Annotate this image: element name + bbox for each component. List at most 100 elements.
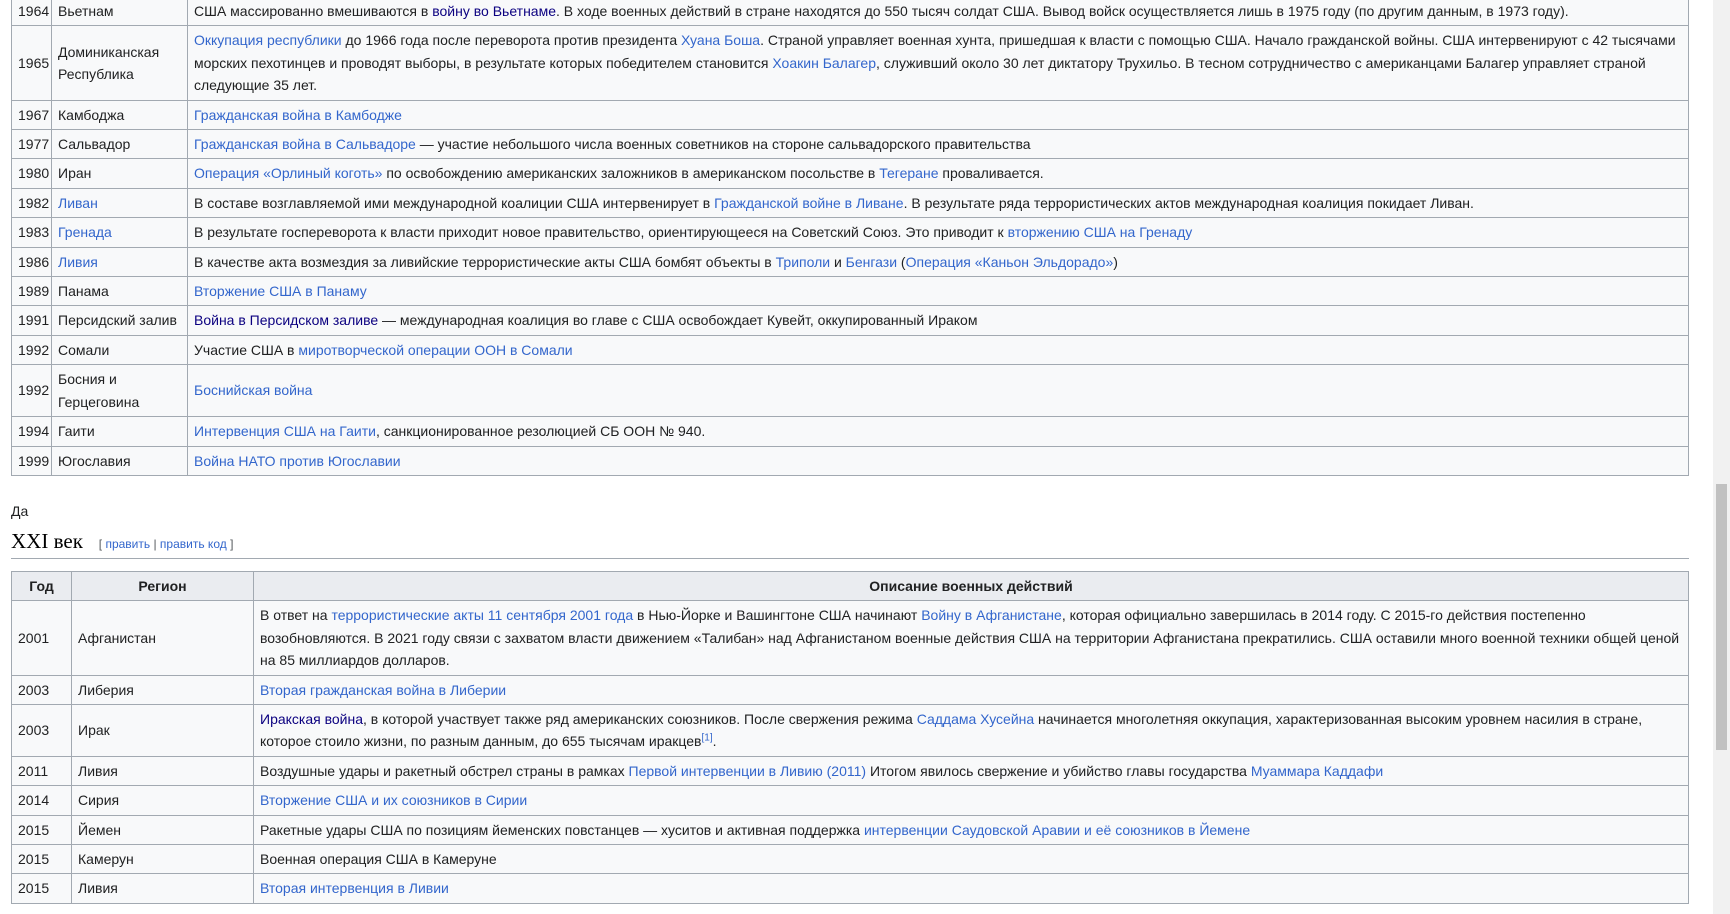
- region-cell: Камбоджа: [51, 99, 188, 131]
- year-cell: 1986: [11, 246, 52, 278]
- description-text: .: [712, 733, 717, 750]
- article-link[interactable]: Саддама Хусейна: [917, 711, 1034, 727]
- description-text: Участие США в: [194, 341, 299, 358]
- table-header-row: Год Регион Описание военных действий: [11, 570, 1689, 602]
- region-cell: Ливия: [71, 873, 254, 904]
- edit-section-link[interactable]: править: [105, 537, 150, 551]
- table-row: 2014 Сирия Вторжение США и их союзников в …: [11, 785, 1689, 816]
- region-cell: Сальвадор: [51, 129, 188, 160]
- year-cell: 1989: [11, 276, 52, 307]
- description-cell: Интервенция США на Гаити, санкционирован…: [187, 416, 1689, 447]
- description-cell: Гражданская война в Камбодже: [187, 99, 1689, 131]
- article-link[interactable]: Бенгази: [846, 254, 897, 270]
- year-cell: 1964: [11, 0, 52, 27]
- article-link[interactable]: Хуана Боша: [681, 32, 760, 48]
- article-link[interactable]: Оккупация республики: [194, 32, 342, 48]
- column-header-region[interactable]: Регион: [71, 570, 254, 602]
- table-row: 1989 Панама Вторжение США в Панаму: [11, 276, 1689, 307]
- region-cell: Доминиканская Республика: [51, 25, 188, 101]
- year-cell: 2003: [11, 704, 72, 757]
- interventions-table-20th-century: 1964 Вьетнам США массированно вмешиваются …: [11, 0, 1689, 476]
- description-text: ): [1113, 253, 1118, 270]
- description-text: . В ходе военных действий в стране наход…: [556, 3, 1569, 19]
- article-link[interactable]: Война НАТО против Югославии: [194, 453, 401, 469]
- reference-link[interactable]: [1]: [701, 733, 712, 744]
- article-link[interactable]: Боснийская война: [194, 382, 312, 398]
- edit-source-link[interactable]: править код: [160, 537, 227, 551]
- description-text: до 1966 года после переворота против пре…: [341, 32, 682, 49]
- region-link[interactable]: Гренада: [58, 224, 112, 240]
- region-cell: Персидский залив: [51, 305, 188, 336]
- year-cell: 2011: [11, 755, 72, 787]
- year-cell: 1965: [11, 25, 52, 101]
- article-link[interactable]: Вторжение США и их союзников в Сирии: [260, 792, 527, 808]
- article-link[interactable]: Гражданская война в Камбодже: [194, 107, 402, 123]
- page-scrollbar[interactable]: [1713, 0, 1730, 914]
- article-link[interactable]: Войну в Афганистане: [921, 607, 1062, 623]
- article-link[interactable]: Хоакин Балагер: [772, 55, 876, 71]
- description-text: В качестве акта возмездия за ливийские т…: [194, 253, 776, 270]
- article-link[interactable]: Вторая гражданская война в Либерии: [260, 682, 506, 698]
- article-link[interactable]: Вторая интервенция в Ливии: [260, 880, 449, 896]
- description-text: В ответ на: [260, 607, 332, 624]
- region-cell: Камерун: [71, 844, 254, 875]
- article-link[interactable]: террористические акты 11 сентября 2001 г…: [331, 607, 633, 623]
- column-header-year[interactable]: Год: [11, 570, 72, 602]
- article-link[interactable]: Операция «Каньон Эльдорадо»: [906, 254, 1114, 270]
- article-link[interactable]: Триполи: [776, 254, 830, 270]
- description-text: В составе возглавляемой ими международно…: [194, 194, 715, 211]
- region-cell: Либерия: [71, 674, 254, 706]
- interventions-table-21st-century: Год Регион Описание военных действий 200…: [11, 570, 1689, 904]
- year-cell: 2001: [11, 600, 72, 676]
- region-cell: Босния и Герцеговина: [51, 364, 188, 418]
- description-text: США массированно вмешиваются в: [194, 3, 433, 19]
- article-link[interactable]: Интервенция США на Гаити: [194, 423, 376, 439]
- region-cell: Панама: [51, 276, 188, 307]
- table-row: 1999 Югославия Война НАТО против Югославии: [11, 445, 1689, 476]
- description-text: Воздушные удары и ракетный обстрел стран…: [260, 762, 629, 779]
- table-row: 1994 Гаити Интервенция США на Гаити, санкц…: [11, 416, 1689, 447]
- description-cell: В ответ на террористические акты 11 сент…: [253, 600, 1689, 676]
- column-header-description[interactable]: Описание военных действий: [253, 570, 1689, 602]
- scrollbar-thumb[interactable]: [1716, 484, 1727, 750]
- region-cell: Афганистан: [71, 600, 254, 676]
- table-row: 1964 Вьетнам США массированно вмешиваются …: [11, 0, 1689, 27]
- article-link[interactable]: Муаммара Каддафи: [1251, 763, 1383, 779]
- description-cell: Боснийская война: [187, 364, 1689, 418]
- year-cell: 1983: [11, 217, 52, 248]
- table-row: 2003 Ирак Иракская война, в которой участв…: [11, 704, 1689, 757]
- paragraph-text: Да: [11, 503, 29, 519]
- region-cell: Сомали: [51, 334, 188, 366]
- description-cell: Гражданская война в Сальвадоре — участие…: [187, 129, 1689, 160]
- article-link[interactable]: Вторжение США в Панаму: [194, 283, 367, 299]
- description-text: . В результате ряда террористических акт…: [903, 194, 1474, 211]
- table-row: 2015 Йемен Ракетные удары США по позициям …: [11, 814, 1689, 846]
- article-link[interactable]: вторжению США на Гренаду: [1008, 224, 1193, 240]
- article-link[interactable]: интервенции Саудовской Аравии и её союзн…: [864, 822, 1250, 838]
- table-row: 1983 Гренада В результате госпереворота к …: [11, 217, 1689, 248]
- article-link[interactable]: Первой интервенции в Ливию (2011): [629, 763, 867, 779]
- year-cell: 1994: [11, 416, 52, 447]
- region-link[interactable]: Ливия: [58, 254, 98, 270]
- table-row: 1982 Ливан В составе возглавляемой ими меж…: [11, 187, 1689, 219]
- description-cell: Ракетные удары США по позициям йеменских…: [253, 814, 1689, 846]
- description-cell: Операция «Орлиный коготь» по освобождени…: [187, 158, 1689, 189]
- year-cell: 2015: [11, 873, 72, 904]
- region-link[interactable]: Ливан: [58, 195, 98, 211]
- description-cell: США массированно вмешиваются в войну во …: [187, 0, 1689, 27]
- article-link[interactable]: Операция «Орлиный коготь»: [194, 165, 382, 181]
- article-link[interactable]: Тегеране: [879, 165, 938, 181]
- year-cell: 2014: [11, 785, 72, 816]
- description-cell: Вторая гражданская война в Либерии: [253, 674, 1689, 706]
- article-link[interactable]: Иракская война: [260, 711, 363, 727]
- region-cell: Йемен: [71, 814, 254, 846]
- region-cell: Ливия: [71, 755, 254, 787]
- section-heading: XXI век [ править | править код ]: [11, 527, 1689, 559]
- article-link[interactable]: Гражданской войне в Ливане: [714, 195, 903, 211]
- region-cell: Вьетнам: [51, 0, 188, 27]
- article-link[interactable]: миротворческой операции ООН в Сомали: [298, 342, 572, 358]
- article-link[interactable]: Война в Персидском заливе: [194, 312, 378, 328]
- region-cell: Сирия: [71, 785, 254, 816]
- article-link[interactable]: войну во Вьетнаме: [432, 3, 556, 19]
- article-link[interactable]: Гражданская война в Сальвадоре: [194, 136, 416, 152]
